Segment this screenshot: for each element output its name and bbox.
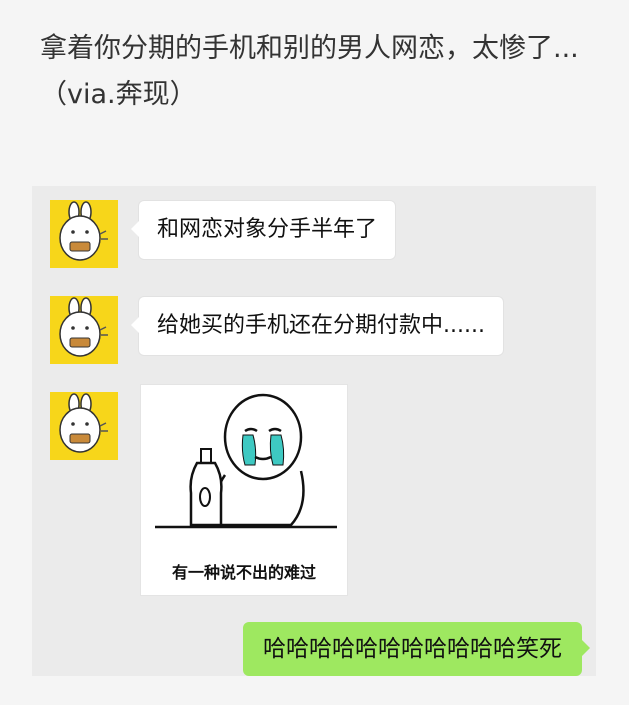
- crying-meme-face-bottle-icon: [155, 393, 337, 529]
- chat-screenshot: 和网恋对象分手半年了 给她买的手机还在分期付款中...... 有一种说不出的难过…: [32, 186, 596, 676]
- sticker-caption: 有一种说不出的难过: [171, 563, 316, 582]
- message-text: 哈哈哈哈哈哈哈哈哈哈哈笑死: [263, 636, 562, 662]
- bunny-avatar-icon[interactable]: [50, 200, 118, 268]
- message-bubble[interactable]: 给她买的手机还在分期付款中......: [131, 296, 504, 356]
- post-caption: 拿着你分期的手机和别的男人网恋，太惨了...（via.奔现）: [40, 33, 579, 110]
- bunny-avatar-icon[interactable]: [50, 392, 118, 460]
- my-message-bubble[interactable]: 哈哈哈哈哈哈哈哈哈哈哈笑死: [243, 622, 590, 676]
- bunny-avatar-icon[interactable]: [50, 296, 118, 364]
- sticker-message[interactable]: 有一种说不出的难过: [140, 384, 348, 596]
- message-bubble[interactable]: 和网恋对象分手半年了: [130, 200, 397, 260]
- message-text: 给她买的手机还在分期付款中......: [157, 313, 485, 338]
- message-text: 和网恋对象分手半年了: [157, 217, 378, 242]
